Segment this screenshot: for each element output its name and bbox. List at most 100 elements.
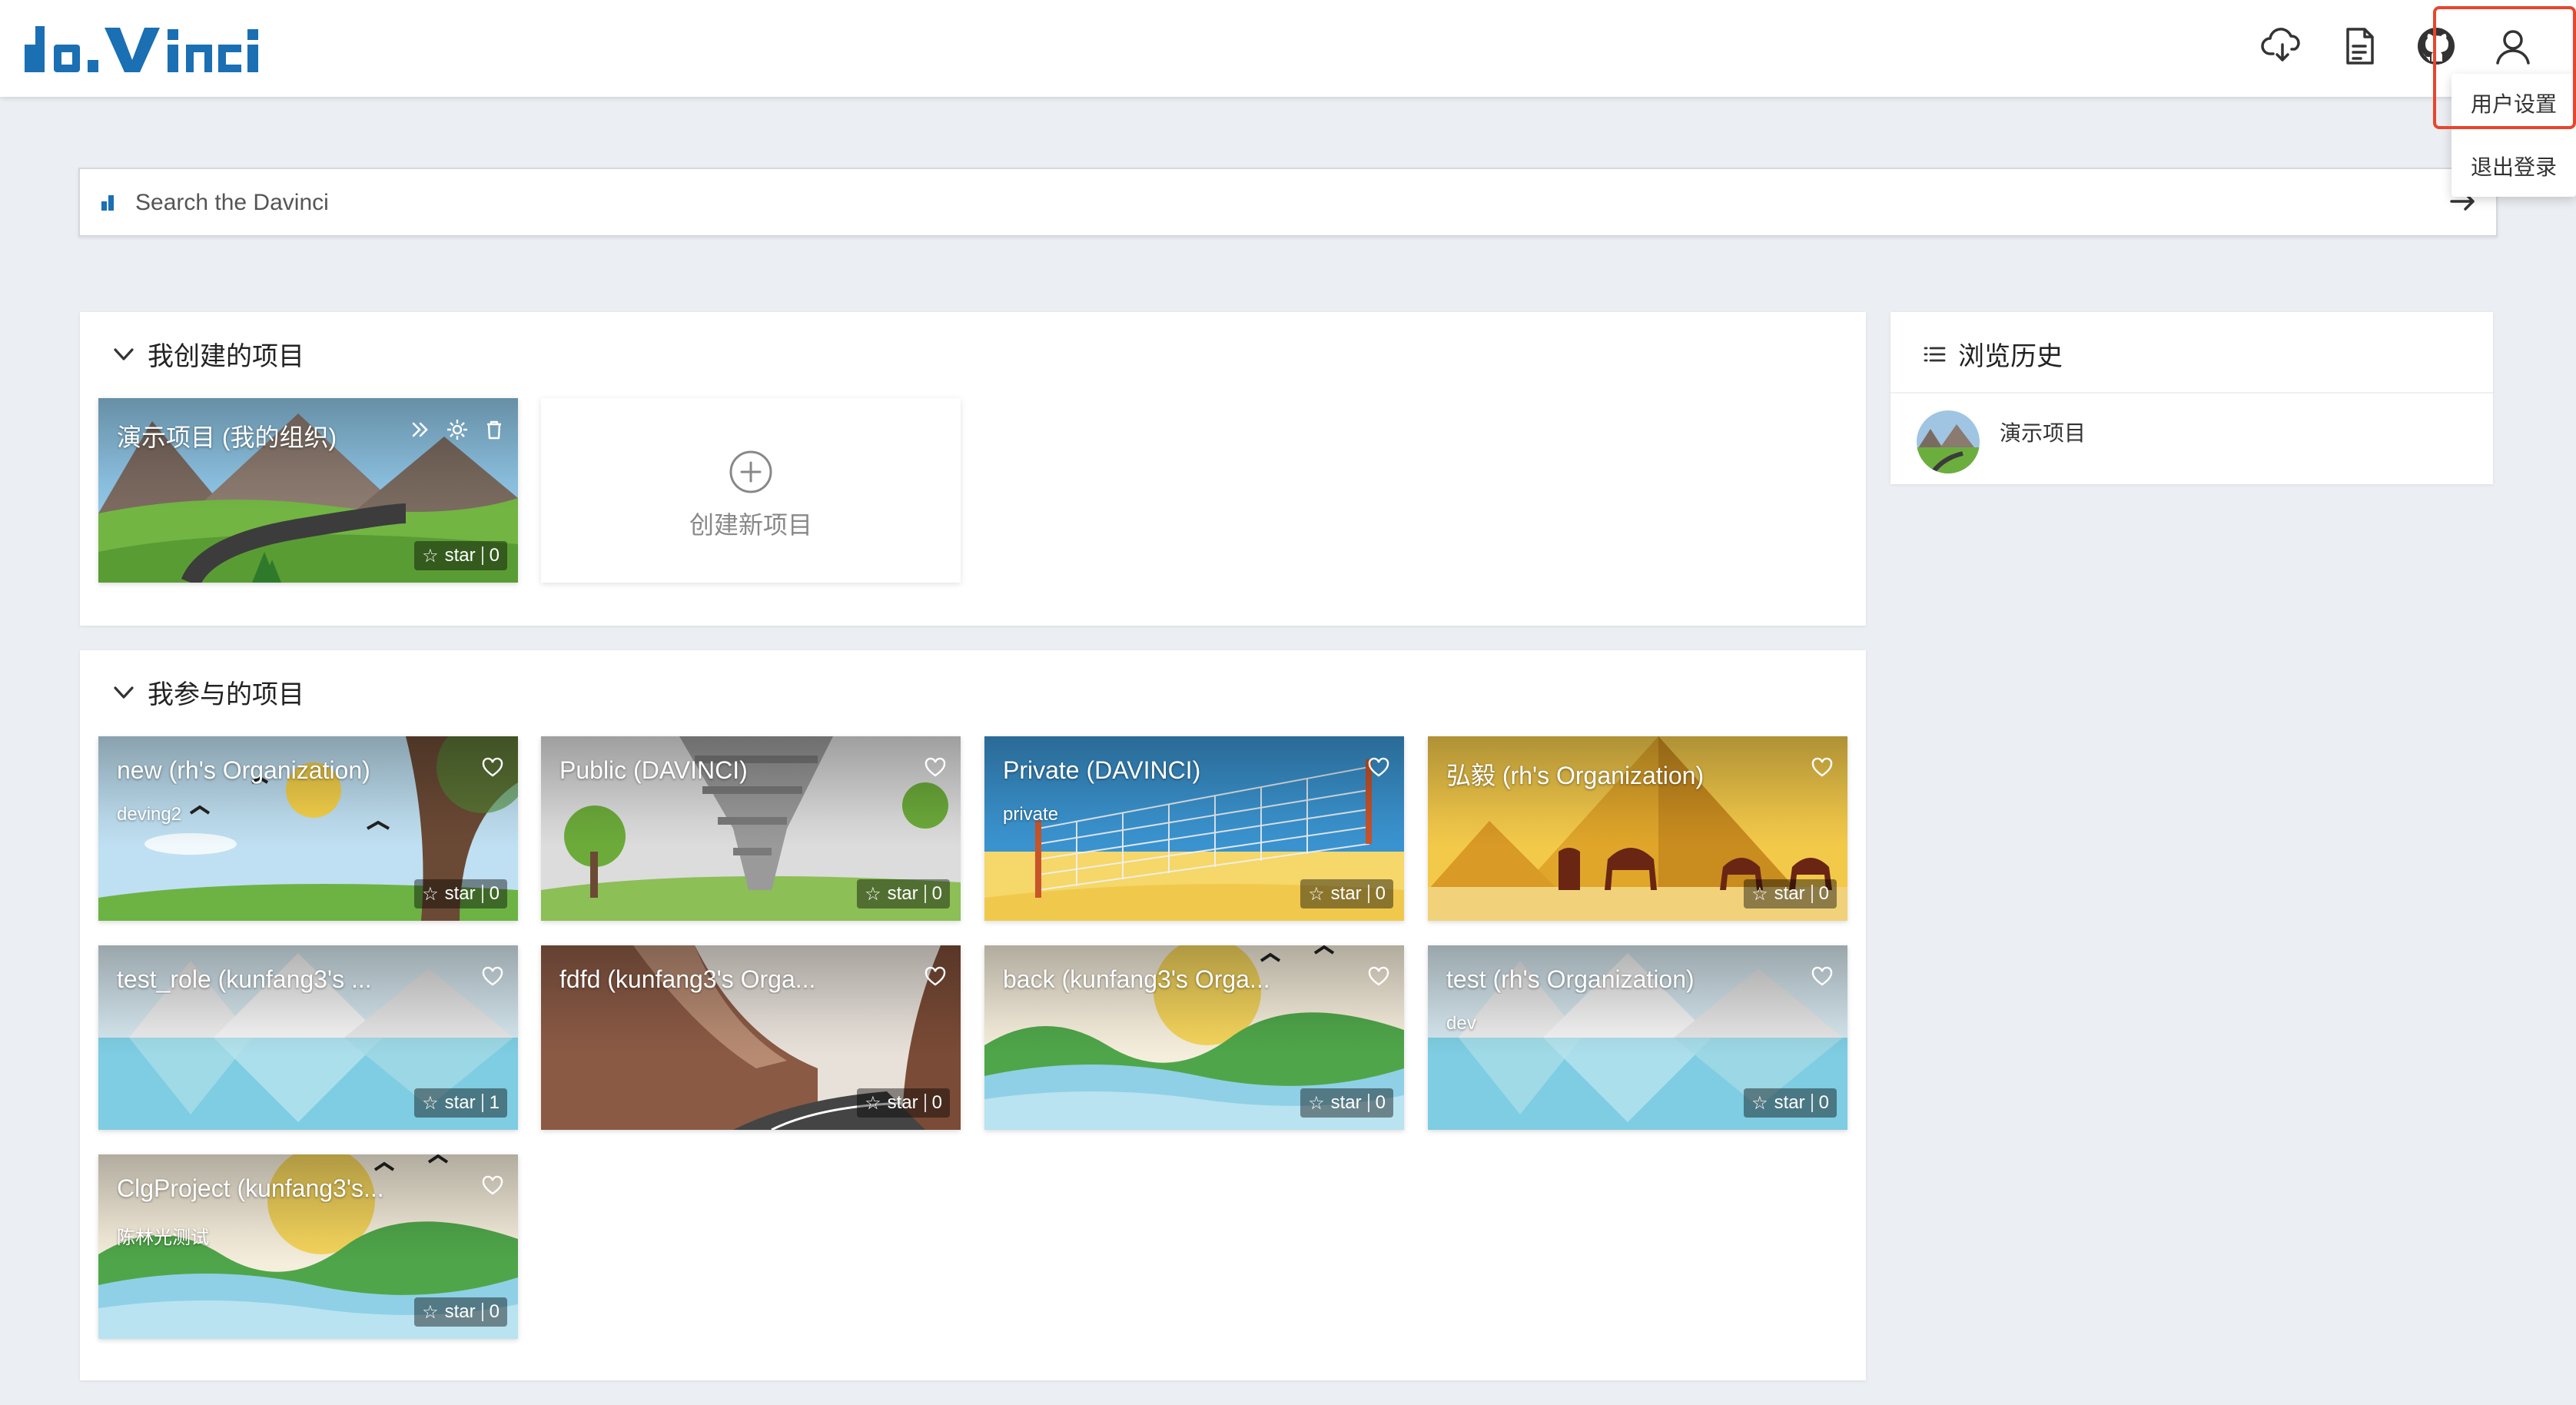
create-project-card[interactable]: 创建新项目 xyxy=(541,398,961,583)
star-count: 0 xyxy=(489,1301,500,1322)
heart-icon[interactable] xyxy=(481,1174,504,1197)
history-title: 浏览历史 xyxy=(1958,342,2063,371)
divider xyxy=(1891,392,2493,394)
star-badge[interactable]: ☆ star 1 xyxy=(414,1088,507,1118)
star-label: star xyxy=(1330,883,1362,904)
github-icon[interactable] xyxy=(2413,23,2459,69)
divider xyxy=(481,1094,483,1112)
star-badge[interactable]: ☆ star 0 xyxy=(414,879,507,908)
gear-icon[interactable] xyxy=(444,417,470,443)
star-label: star xyxy=(444,1092,476,1113)
divider xyxy=(481,1303,483,1321)
card-subtitle: 陈林光测试 xyxy=(117,1227,209,1248)
star-icon: ☆ xyxy=(1308,883,1325,905)
search-input[interactable] xyxy=(134,169,2442,237)
divider xyxy=(1811,1094,1813,1112)
star-icon: ☆ xyxy=(1308,1092,1325,1114)
card-title: test_role (kunfang3's ... xyxy=(117,965,372,993)
logout-item[interactable]: 退出登录 xyxy=(2452,144,2576,191)
list-icon xyxy=(1924,347,1946,361)
star-label: star xyxy=(444,883,476,904)
history-panel: 浏览历史 演示项目 xyxy=(1891,312,2493,484)
star-label: star xyxy=(1774,1092,1805,1113)
card-title: Private (DAVINCI) xyxy=(1003,756,1201,784)
project-card[interactable]: test_role (kunfang3's ... ☆ star 1 xyxy=(98,945,518,1130)
joined-projects-title: 我参与的项目 xyxy=(148,680,304,709)
user-icon[interactable] xyxy=(2490,23,2536,69)
star-count: 0 xyxy=(1818,883,1829,904)
star-badge[interactable]: ☆ star 0 xyxy=(1744,1088,1837,1118)
star-icon: ☆ xyxy=(422,545,439,566)
project-card[interactable]: test (rh's Organization) dev ☆ star 0 xyxy=(1428,945,1847,1130)
project-card[interactable]: 弘毅 (rh's Organization) ☆ star 0 xyxy=(1428,736,1847,921)
heart-icon[interactable] xyxy=(1367,756,1390,779)
project-card-demo[interactable]: 演示项目 (我的组织) ☆ star 0 xyxy=(98,398,518,583)
top-header xyxy=(0,0,2576,97)
star-label: star xyxy=(1774,883,1805,904)
project-card[interactable]: fdfd (kunfang3's Orga... ☆ star 0 xyxy=(541,945,961,1130)
heart-icon[interactable] xyxy=(1811,965,1834,988)
heart-icon[interactable] xyxy=(481,756,504,779)
heart-icon[interactable] xyxy=(924,965,947,988)
heart-icon[interactable] xyxy=(1811,756,1834,779)
delete-icon[interactable] xyxy=(481,417,507,443)
project-card[interactable]: back (kunfang3's Orga... ☆ star 0 xyxy=(984,945,1404,1130)
project-card[interactable]: Private (DAVINCI) private ☆ star 0 xyxy=(984,736,1404,921)
user-dropdown-menu: 用户设置 退出登录 xyxy=(2452,74,2576,197)
card-title: ClgProject (kunfang3's... xyxy=(117,1174,384,1202)
divider xyxy=(1811,885,1813,903)
document-icon[interactable] xyxy=(2336,23,2382,69)
card-subtitle: dev xyxy=(1446,1013,1476,1034)
history-item-label[interactable]: 演示项目 xyxy=(2000,417,2086,447)
card-title: test (rh's Organization) xyxy=(1446,965,1695,993)
divider xyxy=(481,885,483,903)
star-count: 0 xyxy=(1375,1092,1386,1113)
project-card[interactable]: new (rh's Organization) deving2 ☆ star 0 xyxy=(98,736,518,921)
card-actions xyxy=(407,417,507,443)
my-projects-title: 我创建的项目 xyxy=(148,342,304,371)
divider xyxy=(1367,1094,1369,1112)
card-title: fdfd (kunfang3's Orga... xyxy=(559,965,816,993)
star-icon: ☆ xyxy=(865,1092,881,1114)
search-bar xyxy=(78,168,2498,237)
chevron-down-icon[interactable] xyxy=(111,679,137,706)
heart-icon[interactable] xyxy=(924,756,947,779)
star-count: 0 xyxy=(931,883,942,904)
transfer-icon[interactable] xyxy=(407,417,433,443)
divider xyxy=(1367,885,1369,903)
cloud-download-icon[interactable] xyxy=(2259,23,2305,69)
star-label: star xyxy=(1330,1092,1362,1113)
davinci-logo[interactable] xyxy=(25,22,271,75)
star-label: star xyxy=(887,1092,918,1113)
heart-icon[interactable] xyxy=(481,965,504,988)
card-title: Public (DAVINCI) xyxy=(559,756,748,784)
divider xyxy=(924,1094,926,1112)
star-badge[interactable]: ☆ star 0 xyxy=(857,1088,950,1118)
star-badge[interactable]: ☆ star 0 xyxy=(1300,879,1393,908)
star-icon: ☆ xyxy=(1751,883,1768,905)
my-projects-header[interactable]: 我创建的项目 xyxy=(111,335,304,373)
star-label: star xyxy=(444,1301,476,1322)
card-subtitle: deving2 xyxy=(117,804,182,825)
user-settings-item[interactable]: 用户设置 xyxy=(2452,81,2576,128)
star-count: 0 xyxy=(489,883,500,904)
star-icon: ☆ xyxy=(422,883,439,905)
divider xyxy=(481,546,483,565)
history-item-avatar[interactable] xyxy=(1917,410,1980,473)
davinci-mini-logo-icon xyxy=(101,195,114,211)
create-project-label: 创建新项目 xyxy=(689,511,812,539)
chevron-down-icon[interactable] xyxy=(111,341,137,367)
project-card[interactable]: Public (DAVINCI) ☆ star 0 xyxy=(541,736,961,921)
star-badge[interactable]: ☆ star 0 xyxy=(1744,879,1837,908)
heart-icon[interactable] xyxy=(1367,965,1390,988)
star-icon: ☆ xyxy=(422,1301,439,1323)
star-badge[interactable]: ☆ star 0 xyxy=(1300,1088,1393,1118)
history-header: 浏览历史 xyxy=(1921,335,2063,373)
star-badge[interactable]: ☆ star 0 xyxy=(414,1297,507,1327)
joined-projects-header[interactable]: 我参与的项目 xyxy=(111,673,304,711)
star-icon: ☆ xyxy=(865,883,881,905)
star-badge[interactable]: ☆ star 0 xyxy=(857,879,950,908)
star-label: star xyxy=(887,883,918,904)
project-card[interactable]: ClgProject (kunfang3's... 陈林光测试 ☆ star 0 xyxy=(98,1154,518,1339)
star-badge[interactable]: ☆ star 0 xyxy=(414,541,507,570)
